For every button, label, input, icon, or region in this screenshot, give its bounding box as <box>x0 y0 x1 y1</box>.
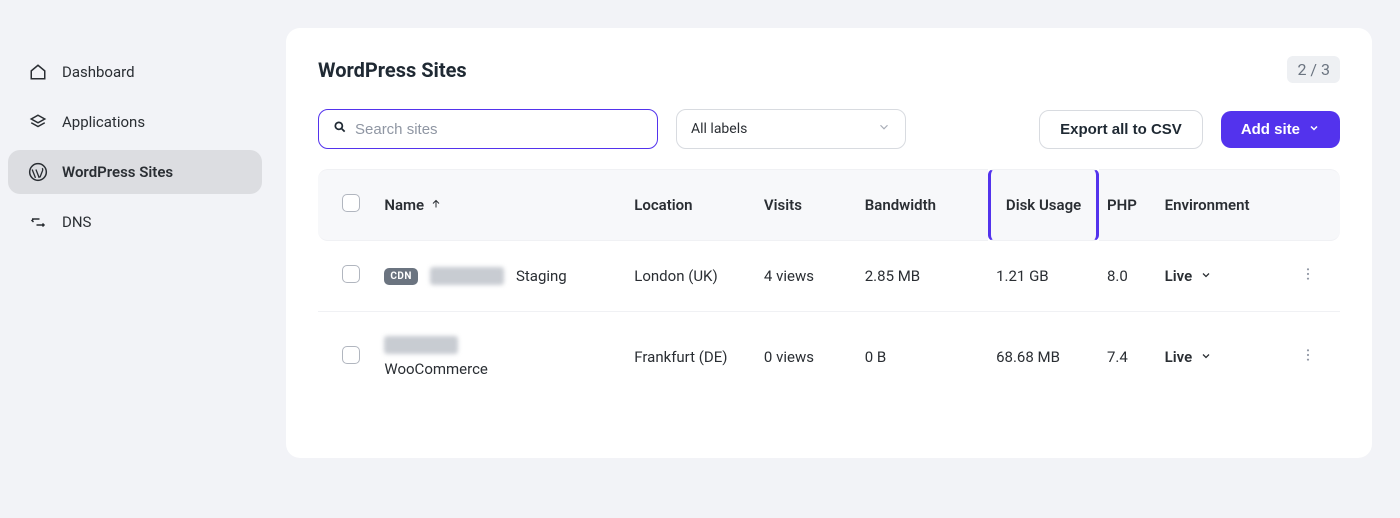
layers-icon <box>28 112 48 132</box>
cell-visits: 0 views <box>756 312 857 402</box>
home-icon <box>28 62 48 82</box>
sidebar-item-label: DNS <box>62 213 91 231</box>
sidebar-item-label: WordPress Sites <box>62 163 173 181</box>
pagination-badge: 2 / 3 <box>1287 56 1340 83</box>
column-header-actions <box>1290 169 1340 241</box>
add-site-label: Add site <box>1241 121 1300 138</box>
site-name-suffix: Staging <box>516 267 567 285</box>
chevron-down-icon <box>877 120 891 138</box>
cell-php: 8.0 <box>1099 241 1157 312</box>
column-header-environment[interactable]: Environment <box>1157 169 1291 241</box>
chevron-down-icon <box>1308 121 1320 138</box>
environment-select[interactable]: Live <box>1165 348 1213 366</box>
labels-select-label: All labels <box>691 121 747 137</box>
redacted-name <box>430 267 504 285</box>
table-row: CDN Staging London (UK) 4 views 2.85 MB … <box>318 241 1340 312</box>
cdn-badge: CDN <box>384 268 418 285</box>
sidebar-item-dashboard[interactable]: Dashboard <box>8 50 262 94</box>
cell-php: 7.4 <box>1099 312 1157 402</box>
main-content: WordPress Sites 2 / 3 All labels <box>270 0 1400 518</box>
chevron-down-icon <box>1200 267 1212 285</box>
row-checkbox[interactable] <box>342 346 360 364</box>
sidebar-item-label: Applications <box>62 113 145 131</box>
sidebar-item-applications[interactable]: Applications <box>8 100 262 144</box>
dns-icon <box>28 212 48 232</box>
site-name-cell[interactable]: CDN Staging <box>384 267 618 285</box>
cell-location: Frankfurt (DE) <box>626 312 756 402</box>
select-all-checkbox[interactable] <box>342 194 360 212</box>
cell-disk-usage: 68.68 MB <box>988 312 1099 402</box>
page-title: WordPress Sites <box>318 58 467 82</box>
labels-select[interactable]: All labels <box>676 109 906 149</box>
cell-visits: 4 views <box>756 241 857 312</box>
sidebar-item-wordpress-sites[interactable]: WordPress Sites <box>8 150 262 194</box>
export-csv-button[interactable]: Export all to CSV <box>1039 110 1203 149</box>
column-header-bandwidth[interactable]: Bandwidth <box>857 169 988 241</box>
cell-bandwidth: 2.85 MB <box>857 241 988 312</box>
sidebar-item-label: Dashboard <box>62 63 135 81</box>
toolbar: All labels Export all to CSV Add site <box>318 109 1340 149</box>
table-row: WooCommerce Frankfurt (DE) 0 views 0 B 6… <box>318 312 1340 402</box>
redacted-name <box>384 336 458 354</box>
site-name-cell[interactable]: WooCommerce <box>384 336 618 378</box>
environment-select[interactable]: Live <box>1165 267 1213 285</box>
column-header-disk-usage[interactable]: Disk Usage <box>988 169 1099 241</box>
cell-bandwidth: 0 B <box>857 312 988 402</box>
add-site-button[interactable]: Add site <box>1221 111 1340 148</box>
column-header-name[interactable]: Name <box>376 169 626 241</box>
row-checkbox[interactable] <box>342 265 360 283</box>
site-name-suffix: WooCommerce <box>384 360 488 378</box>
column-header-visits[interactable]: Visits <box>756 169 857 241</box>
sites-table: Name Location Visits Bandwidth Disk Usag… <box>318 169 1340 402</box>
search-icon <box>333 120 347 138</box>
wordpress-icon <box>28 162 48 182</box>
search-input[interactable] <box>355 121 643 138</box>
export-csv-label: Export all to CSV <box>1060 121 1182 138</box>
row-actions-menu[interactable] <box>1300 349 1316 367</box>
sites-panel: WordPress Sites 2 / 3 All labels <box>286 28 1372 458</box>
sidebar-item-dns[interactable]: DNS <box>8 200 262 244</box>
row-actions-menu[interactable] <box>1300 268 1316 286</box>
search-field[interactable] <box>318 109 658 149</box>
chevron-down-icon <box>1200 348 1212 366</box>
column-header-checkbox <box>318 169 376 241</box>
arrow-up-icon <box>430 196 442 214</box>
sidebar: Dashboard Applications WordPress Sites D… <box>0 0 270 518</box>
column-header-location[interactable]: Location <box>626 169 756 241</box>
cell-location: London (UK) <box>626 241 756 312</box>
cell-disk-usage: 1.21 GB <box>988 241 1099 312</box>
column-header-php[interactable]: PHP <box>1099 169 1157 241</box>
